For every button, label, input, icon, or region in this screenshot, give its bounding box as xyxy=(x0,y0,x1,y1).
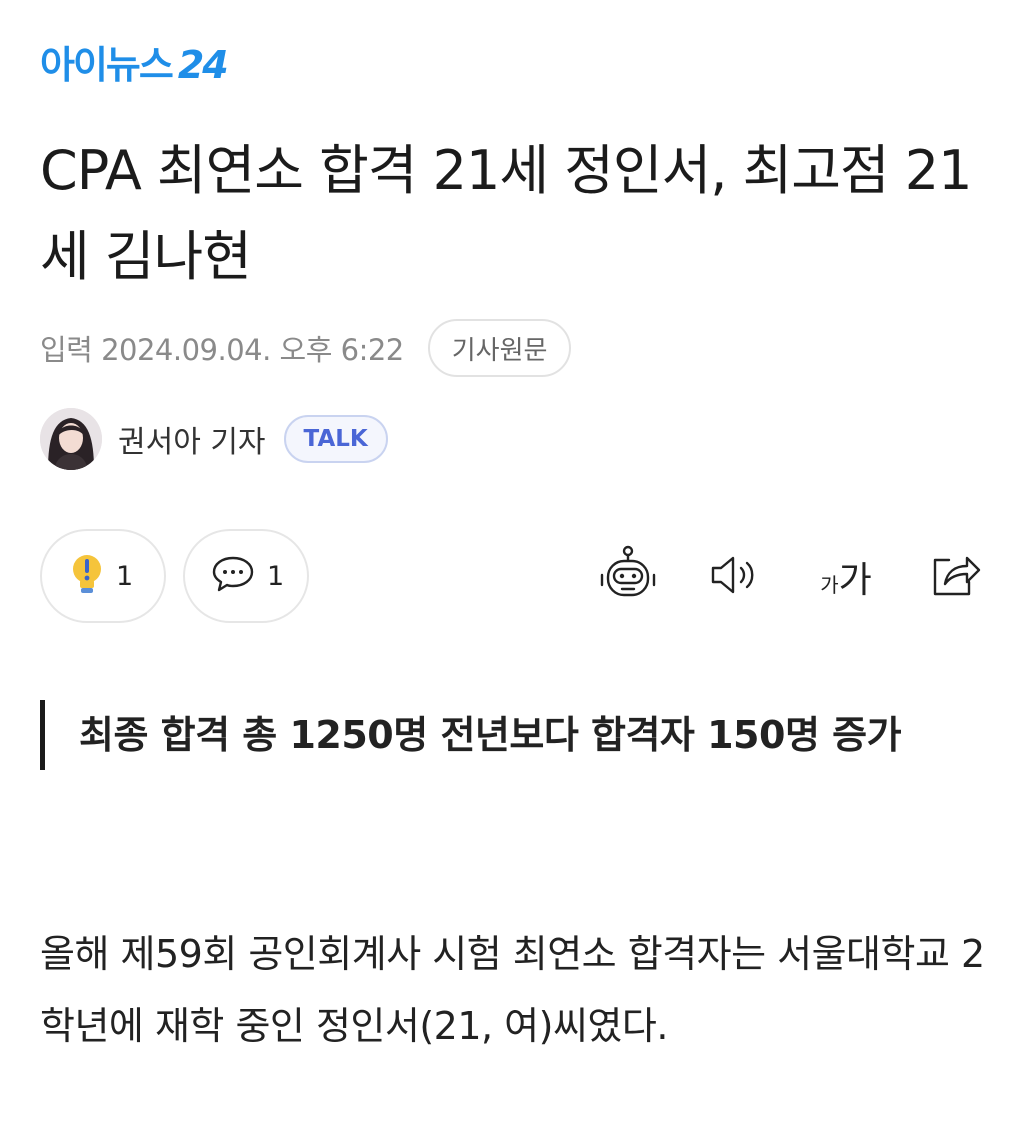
like-button[interactable]: 1 xyxy=(40,529,166,623)
article-body: 올해 제59회 공인회계사 시험 최연소 합격자는 서울대학교 2학년에 재학 … xyxy=(40,932,985,1048)
font-size-button[interactable]: 가 가 xyxy=(808,545,884,609)
speaker-icon xyxy=(707,553,763,601)
like-count: 1 xyxy=(116,560,134,592)
font-size-large-label: 가 xyxy=(838,560,872,601)
logo-number: 24 xyxy=(177,43,229,87)
lightbulb-icon xyxy=(70,553,104,599)
original-article-label: 기사원문 xyxy=(451,335,548,366)
talk-label: TALK xyxy=(303,426,368,452)
subtitle-text: 최종 합격 총 1250명 전년보다 합격자 150명 증가 xyxy=(79,713,902,757)
summary-bot-button[interactable] xyxy=(596,545,660,609)
share-icon xyxy=(927,550,981,604)
share-button[interactable] xyxy=(922,545,986,609)
article-meta: 입력 2024.09.04. 오후 6:22 기사원문 xyxy=(40,318,572,378)
comment-count: 1 xyxy=(267,560,285,592)
original-article-button[interactable]: 기사원문 xyxy=(427,319,572,377)
logo-text: 아이뉴스 xyxy=(40,43,174,87)
talk-button[interactable]: TALK xyxy=(283,415,388,463)
author-info: 권서아 기자 TALK xyxy=(40,407,388,471)
author-name[interactable]: 권서아 기자 xyxy=(118,417,266,461)
comment-button[interactable]: 1 xyxy=(183,529,309,623)
site-logo[interactable]: 아이뉴스 24 xyxy=(40,38,229,92)
text-to-speech-button[interactable] xyxy=(703,545,767,609)
font-size-small-label: 가 xyxy=(820,573,839,597)
comment-icon xyxy=(211,554,255,598)
robot-summary-icon xyxy=(598,545,658,609)
article-subtitle: 최종 합격 총 1250명 전년보다 합격자 150명 증가 xyxy=(40,700,960,770)
publish-date: 입력 2024.09.04. 오후 6:22 xyxy=(40,333,404,367)
avatar[interactable] xyxy=(40,408,102,470)
article-headline: CPA 최연소 합격 21세 정인서, 최고점 21세 김나현 xyxy=(40,139,973,288)
font-size-icon: 가 가 xyxy=(820,551,872,603)
